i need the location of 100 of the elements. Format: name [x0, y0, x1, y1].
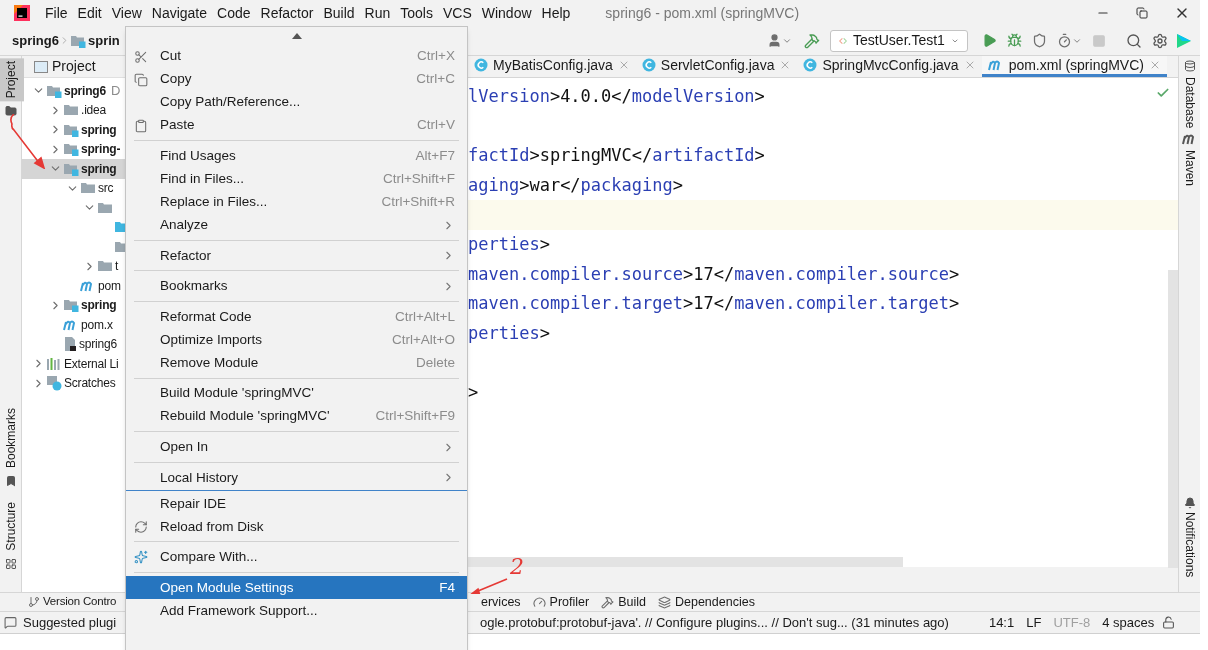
status-message[interactable]: Suggested plugi [23, 612, 123, 633]
menu-item[interactable]: Copy Ctrl+C [126, 68, 467, 91]
layers-icon [658, 595, 671, 609]
code-line: perties> [468, 233, 550, 256]
module-folder-icon [63, 142, 79, 157]
line-separator[interactable]: LF [1026, 612, 1042, 633]
editor-tab[interactable]: ServletConfig.java [635, 56, 798, 77]
menu-item[interactable]: Bookmarks [126, 274, 467, 298]
menu-item[interactable]: Add Framework Support... [126, 599, 467, 623]
menu-item[interactable]: Cut Ctrl+X [126, 45, 467, 68]
menu-item[interactable]: Paste Ctrl+V [126, 114, 467, 137]
menu-item[interactable]: Reformat Code Ctrl+Alt+L [126, 305, 467, 329]
tool-window-button[interactable]: Dependencies [675, 592, 755, 612]
tree-label: Scratches [64, 375, 116, 393]
menu-label: Open Module Settings [160, 578, 294, 597]
tree-row[interactable]: Scratches [22, 373, 125, 393]
tool-window-tab[interactable]: Database [1176, 74, 1203, 132]
menu-item[interactable]: Find Usages Alt+F7 [126, 144, 467, 168]
search-icon[interactable] [1126, 32, 1142, 49]
menu-item[interactable]: Rebuild Module 'springMVC' Ctrl+Shift+F9 [126, 404, 467, 428]
toolbox-logo-icon[interactable] [1176, 32, 1192, 49]
shortcut-label: Alt+F7 [415, 146, 455, 165]
tab-label: pom.xml (springMVC) [1008, 55, 1144, 75]
menu-item[interactable]: Run [359, 2, 396, 24]
run-icon[interactable] [982, 33, 997, 48]
message-icon [4, 616, 17, 629]
editor-tab[interactable]: SpringMvcConfig.java [797, 56, 982, 77]
tool-window-button[interactable]: Profiler [549, 592, 590, 612]
tool-window-tab[interactable]: Bookmarks [0, 405, 24, 472]
code-line: maven.compiler.source>17</maven.compiler.source> [468, 262, 960, 286]
indent-setting[interactable]: 4 spaces [1102, 612, 1155, 633]
tool-window-tab[interactable]: Structure [0, 499, 24, 554]
tool-window-tab[interactable]: Maven [1176, 147, 1203, 190]
user-icon[interactable] [767, 33, 782, 48]
menu-item[interactable]: Replace in Files... Ctrl+Shift+R [126, 190, 467, 214]
tree-row[interactable]: t [22, 256, 125, 276]
menu-item[interactable]: Build [318, 2, 360, 24]
tree-row[interactable]: spring [22, 120, 125, 140]
tree-row[interactable]: .idea [22, 100, 125, 120]
module-folder-icon [46, 83, 62, 98]
menu-item[interactable]: Optimize Imports Ctrl+Alt+O [126, 328, 467, 352]
menu-item[interactable]: Compare With... [126, 545, 467, 569]
editor-tab[interactable]: pom.xml (springMVC) [981, 56, 1167, 77]
menu-item[interactable]: Refactor [126, 244, 467, 268]
run-config-dropdown[interactable]: TestUser.Test1 [830, 29, 968, 52]
tree-row[interactable]: spring6 [22, 334, 125, 354]
menu-item[interactable]: Repair IDE [126, 492, 467, 516]
tool-window-button[interactable]: Version Contro [43, 593, 123, 611]
tree-row[interactable]: spring- [22, 139, 125, 159]
annotation-arrow [8, 114, 48, 169]
tree-row[interactable]: spring [22, 295, 125, 315]
scroll-up-icon[interactable] [291, 33, 302, 39]
tab-label: SpringMvcConfig.java [822, 55, 959, 75]
tool-window-tab[interactable]: Notifications [1176, 508, 1203, 580]
menu-item[interactable]: Edit [72, 2, 107, 24]
caret-position[interactable]: 14:1 [988, 612, 1015, 633]
tree-row[interactable]: spring6 D [22, 81, 125, 101]
tree-row[interactable]: External Li [22, 354, 125, 374]
menu-item[interactable]: Help [536, 2, 576, 24]
menu-item[interactable]: View [106, 2, 147, 24]
debug-icon[interactable] [1007, 33, 1022, 48]
menu-item[interactable]: Analyze [126, 213, 467, 237]
menu-item[interactable]: File [40, 2, 73, 24]
tree-label: spring [81, 160, 117, 178]
restore-icon[interactable] [1136, 7, 1148, 19]
menu-item[interactable]: Tools [395, 2, 438, 24]
tree-row[interactable]: pom.x [22, 315, 125, 335]
menu-item[interactable]: Reload from Disk [126, 515, 467, 539]
breadcrumb[interactable]: spring6 [12, 30, 59, 51]
menu-item[interactable]: Navigate [146, 2, 213, 24]
vertical-scrollbar[interactable] [1168, 270, 1178, 568]
menu-item[interactable]: Copy Path/Reference... [126, 91, 467, 114]
tree-row[interactable]: spring [22, 159, 125, 179]
menu-item[interactable]: Open In [126, 435, 467, 459]
tree-row[interactable]: src [22, 178, 125, 198]
menu-item[interactable]: Window [476, 2, 537, 24]
menu-item[interactable]: VCS [437, 2, 477, 24]
hammer-icon[interactable] [804, 32, 820, 49]
unlock-icon[interactable] [1162, 616, 1176, 629]
menu-item[interactable]: Refactor [255, 2, 319, 24]
menu-item[interactable]: Find in Files... Ctrl+Shift+F [126, 167, 467, 191]
status-message[interactable]: ogle.protobuf:protobuf-java'. // Configure plugins... // Don't sug... (31 minutes ago) [480, 612, 949, 633]
menu-item[interactable]: Open Module Settings F4 [126, 576, 467, 600]
tool-window-button[interactable]: ervices [481, 592, 521, 612]
folder-icon [97, 200, 113, 215]
menu-item[interactable]: Code [212, 2, 256, 24]
profile-icon[interactable] [1057, 33, 1072, 48]
menu-item[interactable]: Build Module 'springMVC' [126, 381, 467, 405]
tool-window-tab[interactable]: Project [0, 58, 24, 102]
editor-tab[interactable]: MyBatisConfig.java [468, 56, 636, 77]
settings-icon[interactable] [1152, 32, 1168, 49]
coverage-icon[interactable] [1032, 33, 1047, 48]
menu-item[interactable]: Remove Module Delete [126, 351, 467, 375]
module-folder-icon [63, 122, 79, 137]
menu-item[interactable]: Local History [126, 466, 467, 490]
tool-window-button[interactable]: Build [618, 592, 646, 612]
tree-row[interactable]: pom [22, 276, 125, 296]
breadcrumb[interactable]: sprin [87, 30, 120, 51]
menu-label: Reload from Disk [160, 517, 264, 536]
tree-label: spring6 [64, 82, 106, 100]
